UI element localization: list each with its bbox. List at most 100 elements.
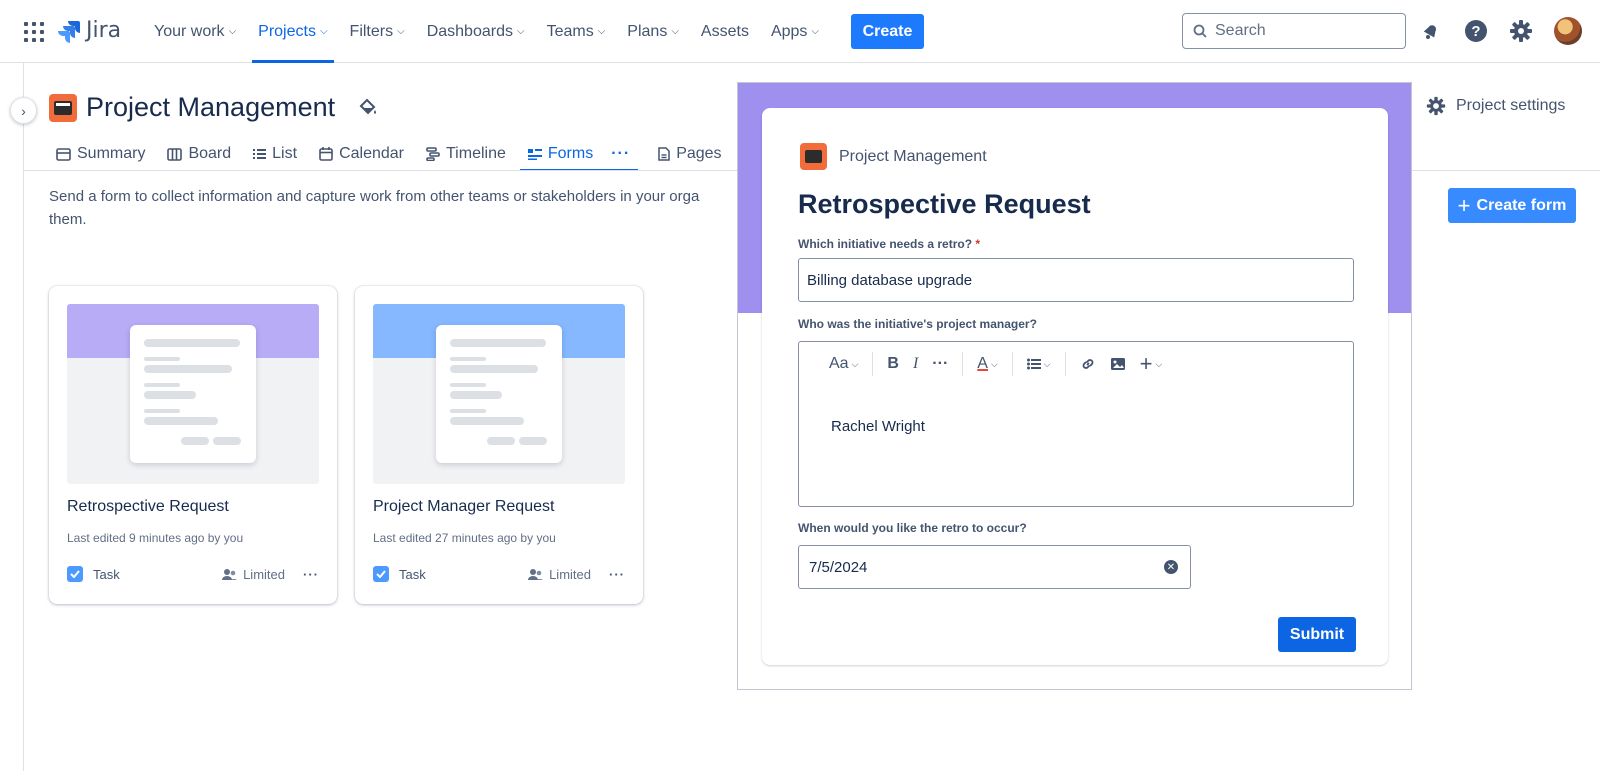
- task-checkbox-icon: [373, 566, 389, 582]
- form-preview-card: Project Management Retrospective Request…: [762, 108, 1388, 665]
- access-label: Limited: [243, 566, 285, 582]
- project-settings-button[interactable]: Project settings: [1426, 96, 1565, 116]
- form-card-project-manager[interactable]: Project Manager Request Last edited 27 m…: [355, 286, 643, 604]
- chevron-down-icon: ⌵: [319, 26, 328, 37]
- paint-bucket-icon[interactable]: [358, 97, 378, 122]
- forms-icon: [527, 149, 542, 160]
- create-button[interactable]: Create: [851, 14, 924, 49]
- bullet-list-dropdown[interactable]: ⌵: [1026, 358, 1051, 370]
- create-form-button[interactable]: + Create form: [1448, 188, 1576, 223]
- nav-label: Plans: [627, 22, 668, 40]
- question-1-text: Which initiative needs a retro?: [798, 237, 973, 251]
- italic-icon[interactable]: I: [913, 355, 918, 373]
- text-style-dropdown[interactable]: Aa ⌵: [829, 355, 858, 373]
- app-switcher-icon[interactable]: [24, 22, 44, 42]
- question-1-label: Which initiative needs a retro? *: [798, 237, 980, 251]
- sidebar-rail: [0, 63, 24, 771]
- nav-label: Projects: [258, 22, 316, 40]
- top-navigation: Jira Your work ⌵ Projects ⌵ Filters ⌵ Dashb…: [0, 0, 1600, 63]
- nav-plans[interactable]: Plans ⌵: [619, 0, 687, 63]
- form-title: Retrospective Request: [798, 189, 1091, 219]
- more-actions-icon[interactable]: ···: [609, 567, 625, 582]
- toolbar-divider: [1011, 352, 1013, 376]
- search-icon: [1193, 24, 1207, 38]
- chevron-down-icon: ⌵: [1155, 358, 1163, 369]
- tab-list[interactable]: List: [245, 137, 305, 171]
- project-manager-rich-text-editor[interactable]: Aa ⌵ B I ··· A ⌵ ⌵ + ⌵ Rachel Wright: [798, 341, 1354, 507]
- form-project-header: Project Management: [800, 143, 987, 170]
- question-2-label: Who was the initiative's project manager…: [798, 317, 1037, 331]
- pages-icon: [658, 147, 670, 161]
- forms-description-line2: them.: [49, 211, 87, 228]
- form-card-meta: Last edited 9 minutes ago by you: [67, 531, 244, 545]
- text-color-dropdown[interactable]: A ⌵: [977, 355, 998, 373]
- question-3-label: When would you like the retro to occur?: [798, 521, 1027, 535]
- project-tabs: Summary Board List Calendar Timeline For…: [48, 137, 736, 171]
- more-formatting-icon[interactable]: ···: [932, 355, 948, 373]
- tab-label: List: [272, 145, 298, 162]
- svg-text:?: ?: [1471, 23, 1480, 40]
- issue-type-label: Task: [93, 566, 120, 582]
- list-icon: [253, 149, 267, 159]
- initiative-value: Billing database upgrade: [807, 271, 973, 289]
- nav-dashboards[interactable]: Dashboards ⌵: [419, 0, 533, 63]
- chevron-down-icon: ⌵: [397, 26, 405, 37]
- chevron-down-icon: ⌵: [228, 26, 237, 37]
- access-label: Limited: [549, 566, 591, 582]
- settings-gear-icon[interactable]: [1508, 18, 1534, 44]
- initiative-input[interactable]: Billing database upgrade: [798, 258, 1354, 302]
- nav-teams[interactable]: Teams ⌵: [539, 0, 614, 63]
- primary-nav: Your work ⌵ Projects ⌵ Filters ⌵ Dashboards…: [146, 0, 833, 63]
- retro-date-input[interactable]: 7/5/2024 ✕: [798, 545, 1191, 589]
- create-form-label: Create form: [1476, 196, 1567, 214]
- chevron-down-icon: ⌵: [597, 26, 606, 37]
- project-settings-label: Project settings: [1456, 97, 1566, 114]
- more-actions-icon[interactable]: ···: [303, 567, 319, 582]
- nav-filters[interactable]: Filters ⌵: [342, 0, 413, 63]
- bullet-list-icon: [1026, 358, 1041, 370]
- calendar-icon: [319, 147, 333, 161]
- project-avatar-icon: [49, 94, 77, 122]
- form-card-retrospective[interactable]: Retrospective Request Last edited 9 minu…: [49, 286, 337, 604]
- nav-label: Your work: [154, 22, 225, 40]
- plus-icon: +: [1457, 192, 1471, 218]
- image-icon[interactable]: [1110, 357, 1126, 371]
- form-project-name: Project Management: [839, 147, 987, 165]
- notifications-icon[interactable]: [1418, 18, 1444, 44]
- form-card-footer: Task Limited ···: [373, 564, 625, 584]
- jira-logo[interactable]: Jira: [58, 18, 121, 43]
- help-icon[interactable]: ?: [1463, 18, 1489, 44]
- access-limited[interactable]: Limited: [528, 567, 591, 582]
- tab-label: Board: [188, 145, 232, 162]
- tab-label: Forms: [547, 145, 594, 162]
- link-icon[interactable]: [1080, 356, 1096, 372]
- tab-timeline[interactable]: Timeline: [418, 137, 514, 171]
- nav-projects[interactable]: Projects ⌵: [250, 0, 335, 63]
- tab-calendar[interactable]: Calendar: [311, 137, 412, 171]
- issue-type-label: Task: [399, 566, 426, 582]
- search-input[interactable]: Search: [1182, 13, 1406, 49]
- form-preview-panel: Project Management Retrospective Request…: [737, 82, 1412, 690]
- submit-button[interactable]: Submit: [1278, 617, 1356, 652]
- expand-sidebar-chevron-icon[interactable]: ›: [10, 97, 37, 124]
- tab-label: Timeline: [446, 145, 506, 162]
- tab-more-icon[interactable]: ···: [611, 145, 630, 163]
- tab-summary[interactable]: Summary: [48, 137, 153, 171]
- tab-pages[interactable]: Pages: [650, 137, 729, 171]
- tab-forms[interactable]: Forms ···: [519, 137, 639, 171]
- nav-label: Dashboards: [426, 22, 513, 40]
- tab-board[interactable]: Board: [159, 137, 239, 171]
- user-avatar[interactable]: [1554, 17, 1582, 45]
- nav-assets[interactable]: Assets: [693, 0, 757, 63]
- jira-logo-text: Jira: [86, 18, 122, 43]
- nav-apps[interactable]: Apps ⌵: [763, 0, 827, 63]
- clear-icon[interactable]: ✕: [1164, 560, 1178, 574]
- nav-your-work[interactable]: Your work ⌵: [146, 0, 244, 63]
- tab-label: Calendar: [339, 145, 404, 162]
- insert-dropdown[interactable]: + ⌵: [1140, 353, 1163, 375]
- bold-icon[interactable]: B: [887, 355, 899, 373]
- nav-label: Teams: [546, 22, 594, 40]
- form-card-title: Project Manager Request: [373, 498, 555, 515]
- form-thumbnail: [67, 304, 319, 484]
- access-limited[interactable]: Limited: [222, 567, 285, 582]
